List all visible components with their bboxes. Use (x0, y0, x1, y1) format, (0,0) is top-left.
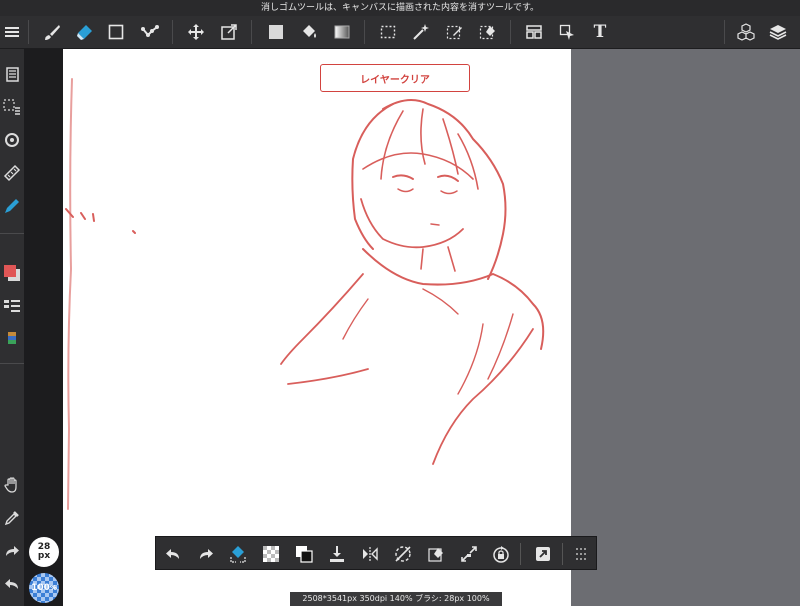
panel-icon[interactable] (522, 20, 546, 44)
3d-cubes-icon[interactable] (734, 20, 758, 44)
drawing-canvas[interactable] (63, 49, 571, 606)
fill-color-icon[interactable] (264, 20, 288, 44)
select-pen-icon[interactable] (442, 20, 466, 44)
rotate-icon[interactable] (0, 128, 24, 152)
redo-icon[interactable] (0, 539, 24, 563)
gradient-icon[interactable] (330, 20, 354, 44)
left-sidebar (0, 49, 24, 606)
eyedropper-icon[interactable] (0, 506, 24, 530)
layers-icon[interactable] (766, 20, 790, 44)
color-swap-icon[interactable] (292, 542, 316, 566)
sketch-drawing (65, 78, 545, 510)
top-toolbar: T (0, 16, 800, 49)
dot-line-icon[interactable] (138, 20, 162, 44)
sidebar-extension (24, 49, 63, 606)
zoom-fit-icon[interactable] (457, 542, 481, 566)
clear-layer-button[interactable]: レイヤークリア (320, 64, 470, 92)
undo-icon[interactable] (161, 542, 185, 566)
rotate-lock-icon[interactable] (489, 542, 513, 566)
download-icon[interactable] (325, 542, 349, 566)
bottom-action-bar (155, 536, 597, 570)
tool-hint-bar: 消しゴムツールは、キャンバスに描画された内容を消すツールです。 (0, 0, 800, 16)
brush-list-icon[interactable] (0, 294, 24, 318)
brush-size-unit: px (37, 551, 51, 561)
hand-icon[interactable] (0, 473, 24, 497)
rotate-reset-icon[interactable] (391, 542, 415, 566)
move-icon[interactable] (184, 20, 208, 44)
expand-icon[interactable] (531, 542, 555, 566)
clear-layer-icon[interactable] (226, 542, 250, 566)
select-arrow-icon[interactable] (555, 20, 579, 44)
select-rect-icon[interactable] (376, 20, 400, 44)
opacity-indicator[interactable]: 100% (29, 573, 59, 603)
pages-icon[interactable] (0, 62, 24, 86)
flip-icon[interactable] (358, 542, 382, 566)
select-eraser-icon[interactable] (475, 20, 499, 44)
opacity-value: 100 (31, 583, 50, 593)
opacity-unit: % (49, 584, 57, 592)
brush-size-indicator[interactable]: 28 px (29, 537, 59, 567)
transform-icon[interactable] (217, 20, 241, 44)
text-icon[interactable]: T (588, 20, 612, 44)
ruler-icon[interactable] (0, 161, 24, 185)
status-bar: 2508*3541px 350dpi 140% ブラシ: 28px 100% (290, 592, 502, 606)
pen-setting-icon[interactable] (0, 194, 24, 218)
undo-icon[interactable] (0, 572, 24, 596)
grip-icon[interactable] (569, 542, 593, 566)
rectangle-icon[interactable] (104, 20, 128, 44)
magic-wand-icon[interactable] (409, 20, 433, 44)
erase-selection-icon[interactable] (424, 542, 448, 566)
transparent-icon[interactable] (259, 542, 283, 566)
color-swatch-icon[interactable] (0, 261, 24, 285)
selection-list-icon[interactable] (0, 95, 24, 119)
redo-icon[interactable] (194, 542, 218, 566)
eraser-icon[interactable] (72, 20, 96, 44)
menu-icon[interactable] (0, 20, 24, 44)
material-icon[interactable] (0, 327, 24, 351)
bucket-icon[interactable] (297, 20, 321, 44)
brush-icon[interactable] (40, 20, 64, 44)
